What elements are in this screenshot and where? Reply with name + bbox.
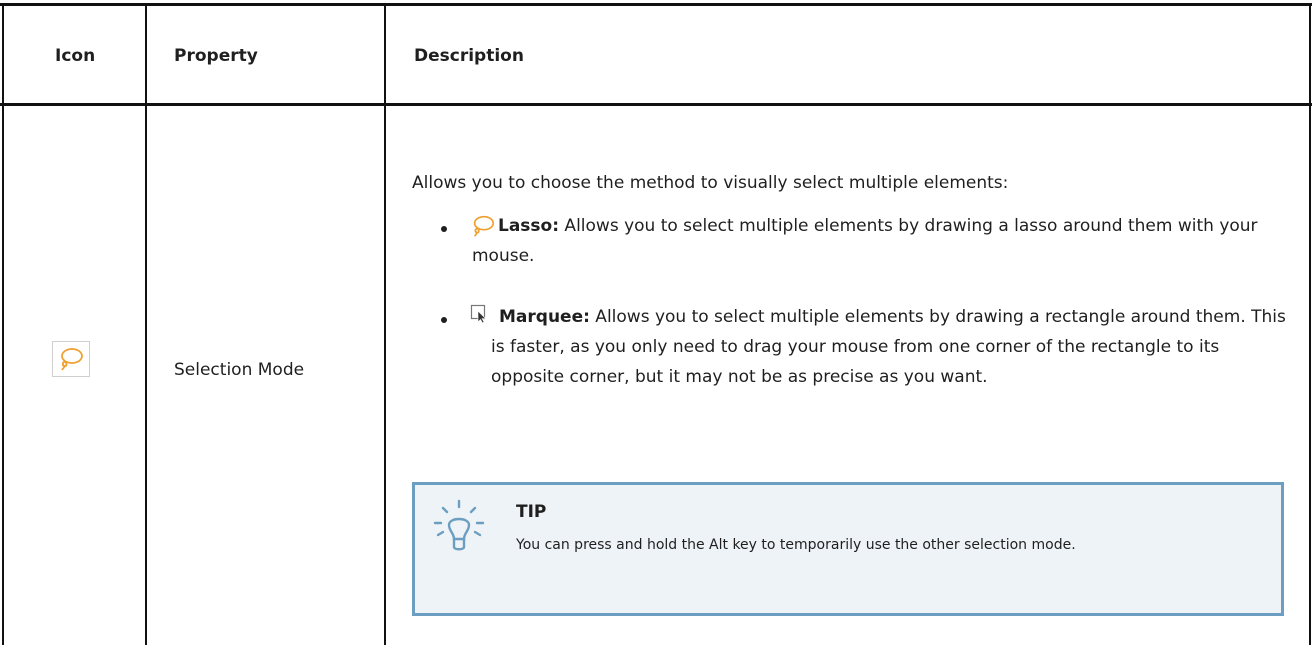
header-description: Description [414,46,524,66]
marquee-icon [470,304,490,328]
lightbulb-icon [429,499,489,563]
tip-box: TIP You can press and hold the Alt key t… [412,482,1284,616]
option-label: Marquee: [499,307,590,327]
option-text: Allows you to select multiple elements b… [491,307,1286,387]
column-divider [1309,6,1311,645]
lasso-icon [52,341,90,377]
bullet [441,226,447,232]
column-divider [145,6,147,645]
tip-title: TIP [516,502,547,522]
property-name: Selection Mode [174,360,305,380]
bullet [441,317,447,323]
option-label: Lasso: [498,216,560,236]
properties-table: Icon Property Description Selection Mode… [0,0,1312,645]
column-divider [2,6,4,645]
tip-body: You can press and hold the Alt key to te… [516,537,1076,553]
table-top-border [0,3,1312,6]
option-lasso: Lasso: Allows you to select multiple ele… [472,211,1292,271]
option-text: Allows you to select multiple elements b… [472,216,1258,266]
description-intro: Allows you to choose the method to visua… [412,173,1009,193]
table-header-border [0,103,1312,106]
header-property: Property [174,46,258,66]
column-divider [384,6,386,645]
header-icon: Icon [55,46,96,66]
option-marquee: Marquee: Allows you to select multiple e… [491,302,1291,392]
